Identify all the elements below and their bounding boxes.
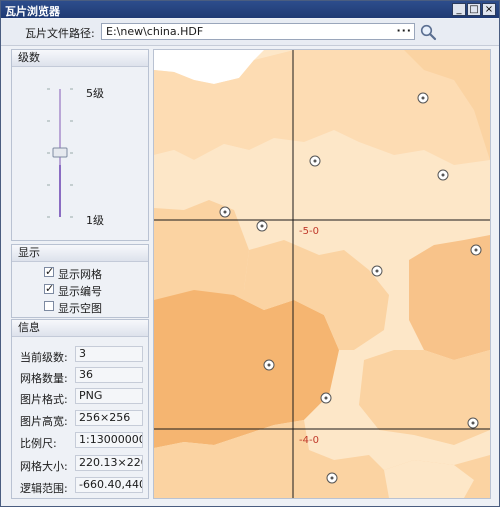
search-icon[interactable] xyxy=(419,23,437,41)
info-value: PNG xyxy=(75,388,143,404)
info-panel-title: 信息 xyxy=(12,320,148,337)
checkbox-checked-icon xyxy=(44,265,54,278)
level-slider[interactable] xyxy=(12,67,148,239)
map-view[interactable]: -5-0 -4-0 xyxy=(153,49,491,499)
window-title: 瓦片浏览器 xyxy=(5,5,60,18)
display-panel: 显示 显示网格 显示编号 显示空图 xyxy=(11,244,149,318)
info-value: 220.13×220.1 xyxy=(75,455,143,471)
path-bar: 瓦片文件路径: E:\new\china.HDF ··· xyxy=(1,19,499,46)
path-value: E:\new\china.HDF xyxy=(106,25,204,38)
tile-browser-window: 瓦片浏览器 _ □ × 瓦片文件路径: E:\new\china.HDF ···… xyxy=(0,0,500,507)
info-value: 3 xyxy=(75,346,143,362)
level-panel-title: 级数 xyxy=(12,50,148,67)
info-value: -660.40,440.2 xyxy=(75,477,143,493)
info-value: 1:13000000 xyxy=(75,432,143,448)
level-max-label: 5级 xyxy=(86,87,104,100)
minimize-button[interactable]: _ xyxy=(452,3,466,16)
slider-thumb xyxy=(52,147,68,158)
display-panel-title: 显示 xyxy=(12,245,148,262)
close-button[interactable]: × xyxy=(482,3,496,16)
level-min-label: 1级 xyxy=(86,214,104,227)
info-value: 256×256 xyxy=(75,410,143,426)
browse-button[interactable]: ··· xyxy=(396,24,412,37)
level-panel: 级数 5级 1级 xyxy=(11,49,149,241)
tile-label: -5-0 xyxy=(299,226,319,237)
checkbox-checked-icon xyxy=(44,282,54,295)
title-bar: 瓦片浏览器 _ □ × xyxy=(1,1,499,18)
path-label: 瓦片文件路径: xyxy=(25,27,95,40)
maximize-button[interactable]: □ xyxy=(467,3,481,16)
map-canvas[interactable]: -5-0 -4-0 xyxy=(154,50,490,498)
path-input[interactable]: E:\new\china.HDF ··· xyxy=(101,23,415,40)
tile-label: -4-0 xyxy=(299,435,319,446)
checkbox-unchecked-icon xyxy=(44,301,54,311)
info-value: 36 xyxy=(75,367,143,383)
info-panel: 信息 当前级数: 3 网格数量: 36 图片格式: PNG 图片高宽: 256×256 … xyxy=(11,319,149,499)
